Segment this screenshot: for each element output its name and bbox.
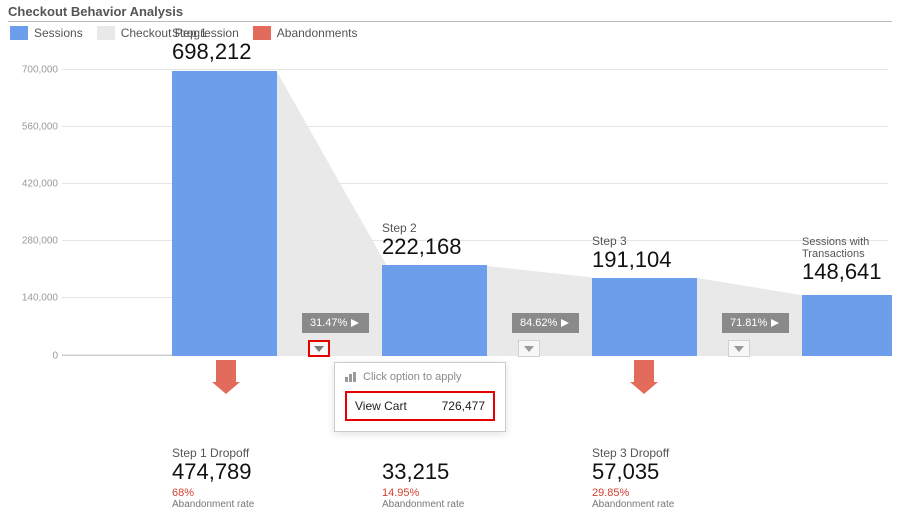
- popover-hint: Click option to apply: [363, 371, 461, 383]
- chevron-down-icon: [524, 346, 534, 352]
- funnel-plot: 0 140,000 280,000 420,000 560,000 700,00…: [12, 46, 888, 396]
- legend-swatch-gray: [97, 26, 115, 40]
- dropoff-rate: 29.85%: [592, 487, 752, 499]
- bar-final: [802, 295, 892, 356]
- dropoff-label: Step 3 Dropoff: [592, 446, 752, 460]
- dropoff-arrow-1: [212, 360, 240, 394]
- y-tick: 140,000: [12, 293, 58, 304]
- legend: Sessions Checkout Progression Abandonmen…: [10, 26, 892, 40]
- flow-dropdown-2[interactable]: [518, 340, 540, 357]
- step-label: Step 3: [592, 234, 697, 248]
- bar-chart-icon: [345, 372, 357, 382]
- bar-step-1: [172, 71, 277, 356]
- step-value: 698,212: [172, 40, 277, 63]
- option-value: 726,477: [442, 399, 485, 413]
- dropoff-arrow-3: [630, 360, 658, 394]
- y-tick: 560,000: [12, 122, 58, 133]
- dropoff-value: 57,035: [592, 460, 752, 483]
- legend-label: Abandonments: [277, 26, 358, 40]
- y-tick: 700,000: [12, 65, 58, 76]
- funnel-final[interactable]: Sessions with Transactions 148,641: [802, 70, 892, 356]
- dropoff-sublabel: Abandonment rate: [382, 499, 542, 510]
- dropoff-value: 33,215: [382, 460, 542, 483]
- title-rule: [8, 21, 892, 22]
- progression-pct-1: 31.47%: [302, 313, 369, 333]
- chevron-down-icon: [734, 346, 744, 352]
- dropoff-rate: 14.95%: [382, 487, 542, 499]
- flow-dropdown-3[interactable]: [728, 340, 750, 357]
- arrow-right-icon: [771, 319, 781, 327]
- progression-pct-2: 84.62%: [512, 313, 579, 333]
- bar-step-2: [382, 265, 487, 356]
- step-label: Step 2: [382, 221, 487, 235]
- dropoff-step-2[interactable]: Step 2 Dropoff 33,215 14.95% Abandonment…: [382, 446, 542, 510]
- funnel-step-1[interactable]: Step 1 698,212: [172, 70, 277, 356]
- chevron-down-icon: [314, 346, 324, 352]
- funnel-step-2[interactable]: Step 2 222,168: [382, 70, 487, 356]
- bar-step-3: [592, 278, 697, 356]
- step-label: Step 1: [172, 26, 277, 40]
- dropoff-value: 474,789: [172, 460, 332, 483]
- legend-swatch-blue: [10, 26, 28, 40]
- dropoff-sublabel: Abandonment rate: [172, 499, 332, 510]
- legend-sessions[interactable]: Sessions: [10, 26, 83, 40]
- report-title: Checkout Behavior Analysis: [8, 4, 892, 21]
- dropoff-rate: 68%: [172, 487, 332, 499]
- progression-pct-3: 71.81%: [722, 313, 789, 333]
- y-tick: 280,000: [12, 236, 58, 247]
- step-value: 222,168: [382, 235, 487, 258]
- y-tick: 420,000: [12, 179, 58, 190]
- report-root: Checkout Behavior Analysis Sessions Chec…: [0, 0, 900, 396]
- dropoff-sublabel: Abandonment rate: [592, 499, 752, 510]
- final-label: Sessions with Transactions: [802, 236, 892, 260]
- popover-option-view-cart[interactable]: View Cart 726,477: [345, 391, 495, 421]
- arrow-right-icon: [351, 319, 361, 327]
- arrow-right-icon: [561, 319, 571, 327]
- dropoff-step-3[interactable]: Step 3 Dropoff 57,035 29.85% Abandonment…: [592, 446, 752, 510]
- final-value: 148,641: [802, 260, 892, 283]
- step-value: 191,104: [592, 248, 697, 271]
- dropoff-step-1[interactable]: Step 1 Dropoff 474,789 68% Abandonment r…: [172, 446, 332, 510]
- flow-dropdown-1[interactable]: [308, 340, 330, 357]
- dropoff-label: Step 1 Dropoff: [172, 446, 332, 460]
- funnel-step-3[interactable]: Step 3 191,104: [592, 70, 697, 356]
- flow-options-popover: Click option to apply View Cart 726,477: [334, 362, 506, 432]
- y-tick: 0: [12, 351, 58, 362]
- option-label: View Cart: [355, 399, 407, 413]
- legend-label: Sessions: [34, 26, 83, 40]
